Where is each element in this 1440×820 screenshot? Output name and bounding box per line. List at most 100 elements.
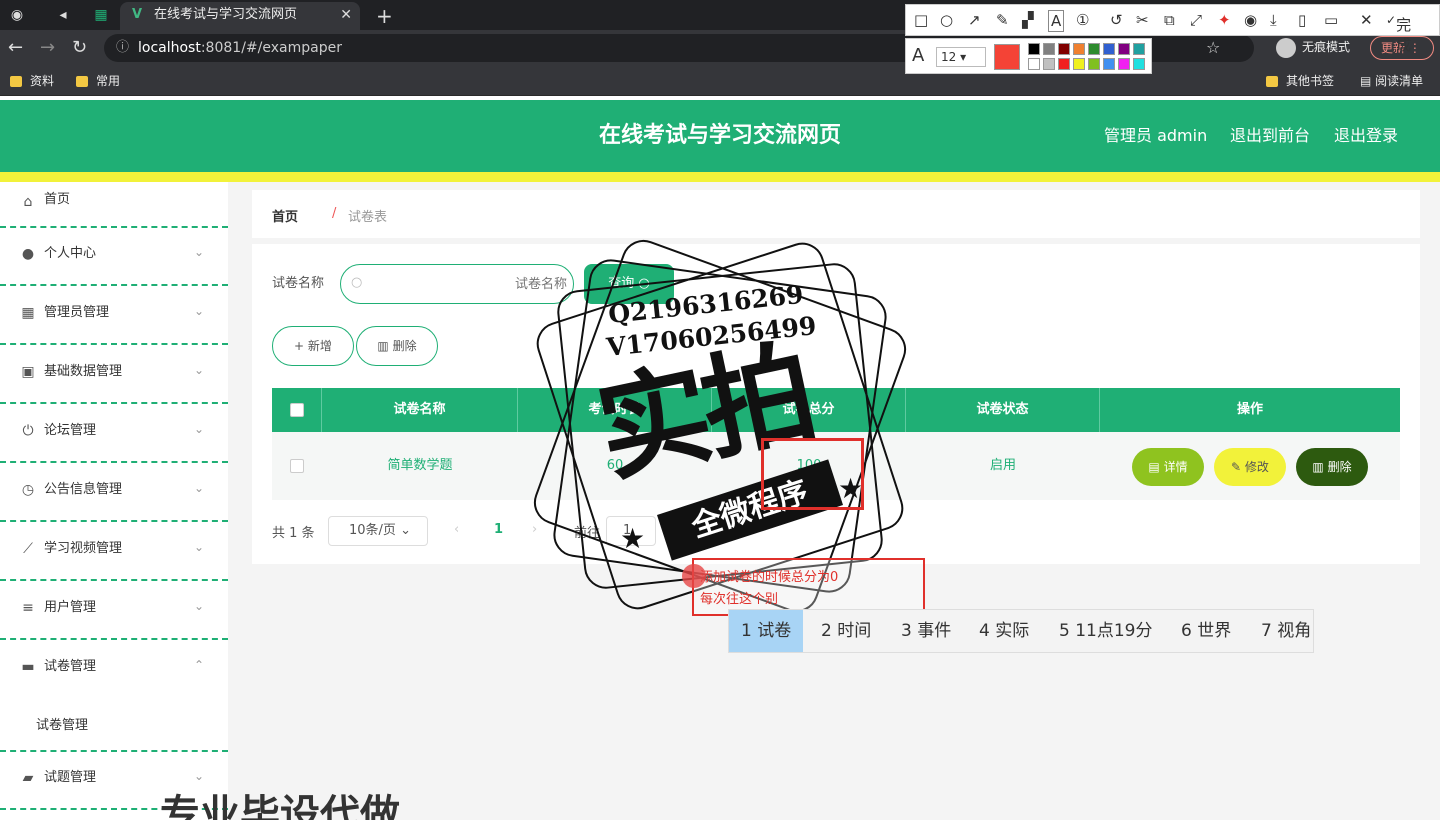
record-icon[interactable]: ◉ — [1244, 10, 1257, 30]
color-swatch[interactable] — [1118, 58, 1130, 70]
sidebar-item-admin-manage[interactable]: ▦ 管理员管理 ⌄ — [0, 287, 228, 345]
ime-candidate[interactable]: 1 试卷 — [729, 610, 804, 652]
color-swatch[interactable] — [1103, 43, 1115, 55]
bookmark-label: 其他书签 — [1286, 74, 1335, 88]
bookmark-folder[interactable]: 资料 — [10, 73, 54, 89]
sidebar-subitem-exampaper[interactable]: 试卷管理 — [0, 698, 228, 752]
ime-candidate[interactable]: 5 11点19分 — [1059, 610, 1152, 652]
detail-button[interactable]: ▤ 详情 — [1132, 448, 1204, 486]
ime-candidate[interactable]: 3 事件 — [901, 610, 951, 652]
ime-candidate[interactable]: 2 时间 — [821, 610, 871, 652]
back-icon[interactable]: ← — [8, 38, 23, 58]
logout-link[interactable]: 退出登录 — [1334, 124, 1398, 148]
color-swatch[interactable] — [1073, 43, 1085, 55]
color-swatch[interactable] — [1133, 58, 1145, 70]
annotation-note[interactable]: 添加试卷的时候总分为0 每次往这个别 — [692, 558, 925, 616]
ime-candidate[interactable]: 6 世界 — [1181, 610, 1231, 652]
bookmark-star-icon[interactable]: ☆ — [1206, 38, 1220, 57]
annotation-toolbar: □ ○ ↗ ✎ ▞ A ① ↺ ✂ ⧉ ⤢ ✦ ◉ ⤓ ▯ ▭ ✕ ✓ 完成 — [905, 4, 1440, 54]
tab-active[interactable]: V 在线考试与学习交流网页 ✕ — [120, 2, 360, 30]
delete-button[interactable]: ▥ 删除 — [1296, 448, 1368, 486]
add-button[interactable]: + 新增 — [272, 326, 354, 366]
sidebar-item-videos[interactable]: ⟋ 学习视频管理 ⌄ — [0, 523, 228, 581]
new-tab-icon[interactable]: + — [376, 4, 393, 28]
page-size-select[interactable]: 10条/页 ⌄ — [328, 516, 428, 546]
color-swatch[interactable] — [1043, 58, 1055, 70]
info-icon[interactable]: ⓘ — [116, 34, 129, 62]
app-title: 在线考试与学习交流网页 — [598, 123, 841, 148]
sidebar-item-notices[interactable]: ◷ 公告信息管理 ⌄ — [0, 464, 228, 522]
edit-button[interactable]: ✎ 修改 — [1214, 448, 1286, 486]
number-tool-icon[interactable]: ① — [1076, 10, 1089, 30]
phone-icon[interactable]: ▯ — [1298, 10, 1306, 30]
color-swatch[interactable] — [1088, 58, 1100, 70]
color-swatch[interactable] — [1058, 43, 1070, 55]
mute-icon[interactable]: ◂ — [54, 6, 72, 24]
sidebar-item-forum[interactable]: ⏻ 论坛管理 ⌄ — [0, 405, 228, 463]
color-swatch[interactable] — [1103, 58, 1115, 70]
reading-list-icon: ▤ — [1360, 74, 1376, 88]
sidebar: ⌂ 首页 ● 个人中心 ⌄ ▦ 管理员管理 ⌄ ▣ 基础数据管理 ⌄ ⏻ 论坛管… — [0, 182, 228, 820]
color-swatch[interactable] — [1028, 43, 1040, 55]
sidebar-item-exampapers[interactable]: ▬ 试卷管理 ⌃ — [0, 641, 228, 699]
trash-icon: ▥ — [1312, 460, 1328, 474]
ime-candidate[interactable]: 7 视角 — [1261, 610, 1311, 652]
mosaic-tool-icon[interactable]: ▞ — [1022, 10, 1034, 30]
close-tab-icon[interactable]: ✕ — [340, 2, 352, 28]
color-swatch[interactable] — [1073, 58, 1085, 70]
ime-candidate-bar: 1 试卷 2 时间 3 事件 4 实际 5 11点19分 6 世界 7 视角 — [728, 609, 1314, 653]
text-tool-icon[interactable]: A — [1048, 10, 1065, 32]
color-swatch[interactable] — [1058, 58, 1070, 70]
font-icon: A — [912, 45, 925, 66]
browser-menu-icon[interactable]: ◉ — [8, 6, 26, 24]
ellipse-tool-icon[interactable]: ○ — [940, 10, 953, 30]
home-icon: ⌂ — [23, 194, 33, 210]
expand-icon[interactable]: ⤢ — [1190, 10, 1202, 30]
forward-icon[interactable]: → — [40, 38, 55, 58]
url-host: localhost — [138, 40, 201, 56]
other-bookmarks[interactable]: 其他书签 — [1266, 73, 1334, 89]
column-header: 试卷名称 — [322, 388, 518, 432]
download-icon[interactable]: ⤓ — [1270, 10, 1277, 30]
rectangle-tool-icon[interactable]: □ — [914, 10, 928, 30]
color-swatch[interactable] — [1133, 43, 1145, 55]
done-button[interactable]: ✓ 完成 — [1386, 10, 1411, 54]
color-swatch[interactable] — [1043, 43, 1055, 55]
bookmark-label: 资料 — [30, 74, 55, 88]
edit-icon: ✎ — [1231, 460, 1245, 474]
breadcrumb-separator: / — [332, 206, 337, 221]
tab-title: 在线考试与学习交流网页 — [154, 7, 298, 22]
crop-icon[interactable]: ✂ — [1136, 10, 1149, 30]
admin-user-label[interactable]: 管理员 admin — [1104, 124, 1207, 148]
row-checkbox[interactable] — [290, 459, 304, 473]
copy-icon[interactable]: ⧉ — [1164, 10, 1175, 30]
pin-icon[interactable]: ✦ — [1218, 10, 1231, 30]
reload-icon[interactable]: ↻ — [72, 38, 87, 58]
color-swatch[interactable] — [1088, 43, 1100, 55]
page-number[interactable]: 1 — [494, 522, 503, 537]
incognito-indicator[interactable]: 无痕模式 — [1276, 36, 1350, 58]
sidebar-item-users[interactable]: ≡ 用户管理 ⌄ — [0, 582, 228, 640]
save-icon[interactable]: ▭ — [1324, 10, 1338, 30]
batch-delete-button[interactable]: ▥ 删除 — [356, 326, 438, 366]
undo-icon[interactable]: ↺ — [1110, 10, 1123, 30]
color-swatch[interactable] — [1028, 58, 1040, 70]
detail-label: 详情 — [1163, 460, 1188, 474]
reading-list[interactable]: ▤ 阅读清单 — [1360, 73, 1423, 89]
current-color-swatch[interactable] — [994, 44, 1020, 70]
pen-tool-icon[interactable]: ✎ — [996, 10, 1009, 30]
breadcrumb-home[interactable]: 首页 — [272, 206, 298, 225]
select-all-checkbox[interactable] — [290, 403, 304, 417]
sidebar-item-basic-data[interactable]: ▣ 基础数据管理 ⌄ — [0, 346, 228, 404]
sheet-tab-icon[interactable]: ▦ — [92, 6, 110, 24]
goto-front-link[interactable]: 退出到前台 — [1230, 124, 1310, 148]
bookmark-folder[interactable]: 常用 — [76, 73, 120, 89]
font-size-select[interactable]: 12 ▾ — [936, 47, 986, 67]
prev-page-icon[interactable]: ‹ — [454, 522, 459, 537]
sidebar-item-personal-center[interactable]: ● 个人中心 ⌄ — [0, 228, 228, 286]
sidebar-item-home[interactable]: ⌂ 首页 — [0, 182, 228, 228]
cancel-icon[interactable]: ✕ — [1360, 10, 1373, 30]
color-swatch[interactable] — [1118, 43, 1130, 55]
arrow-tool-icon[interactable]: ↗ — [968, 10, 981, 30]
ime-candidate[interactable]: 4 实际 — [979, 610, 1029, 652]
